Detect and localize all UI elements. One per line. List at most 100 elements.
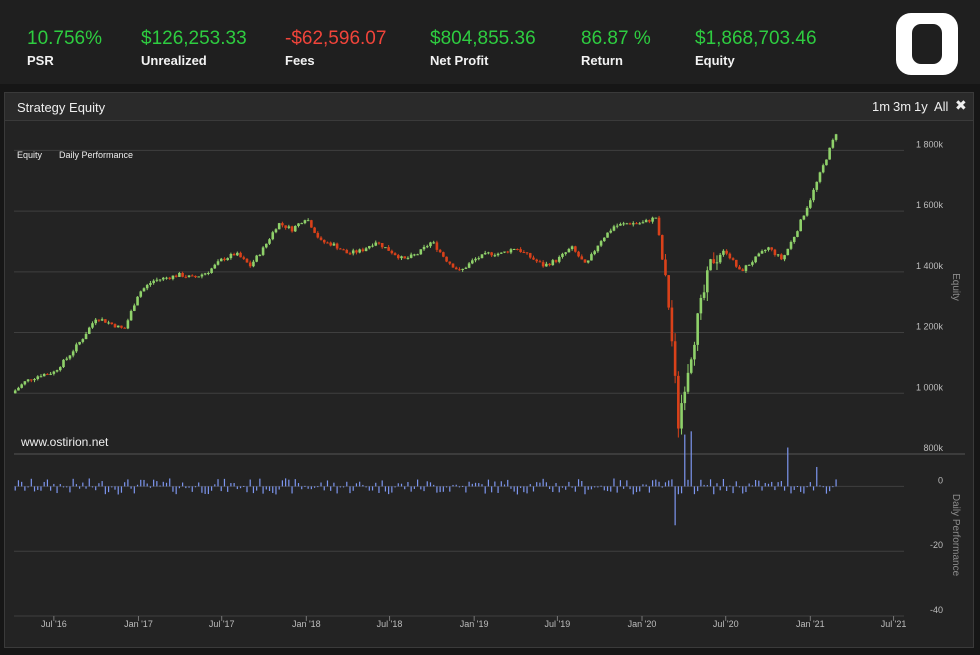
performance-bar (777, 482, 779, 487)
equity-candle (509, 249, 513, 253)
x-tick-label: Jan '20 (628, 619, 657, 629)
equity-candle (390, 250, 394, 254)
performance-bar (478, 483, 480, 487)
performance-bar (610, 486, 612, 492)
equity-candle (139, 291, 143, 297)
performance-bar (629, 486, 631, 490)
equity-candle (747, 264, 751, 266)
x-tick-label: Jul '19 (545, 619, 571, 629)
legend-equity[interactable]: Equity (17, 150, 42, 160)
equity-candle (635, 223, 638, 225)
equity-candle (152, 280, 155, 284)
equity-candle (219, 258, 223, 262)
performance-bar (503, 484, 506, 487)
equity-candle (776, 254, 780, 256)
equity-candle (770, 247, 773, 250)
equity-candle (557, 256, 561, 262)
equity-candle (55, 370, 59, 372)
performance-bar (191, 486, 193, 492)
equity-candle (194, 275, 197, 278)
equity-candle (799, 219, 802, 232)
equity-candle (429, 242, 432, 247)
performance-bar (194, 486, 197, 488)
performance-bar (285, 478, 287, 487)
performance-bar (317, 486, 319, 488)
equity-candle (648, 220, 651, 222)
performance-bar (539, 482, 541, 487)
performance-bar (423, 486, 425, 492)
performance-bar (774, 486, 776, 491)
equity-candle (574, 246, 577, 252)
equity-candle (438, 249, 442, 253)
performance-bar (413, 486, 415, 489)
performance-bar (623, 486, 625, 489)
equity-candle (554, 260, 558, 262)
equity-candle (702, 292, 706, 298)
equity-candle (406, 257, 410, 259)
equity-candle (142, 288, 146, 292)
performance-bar (507, 479, 509, 487)
performance-bar (500, 481, 502, 487)
performance-bar (452, 484, 454, 487)
performance-bar (532, 486, 535, 492)
equity-candle (261, 247, 265, 255)
performance-bar (310, 486, 312, 490)
performance-bar (555, 483, 557, 487)
performance-bar (95, 486, 97, 491)
performance-bar (304, 485, 306, 487)
equity-candle (104, 319, 107, 323)
equity-candle (213, 264, 217, 269)
performance-bar (85, 486, 87, 489)
equity-candle (384, 247, 387, 249)
performance-bar (474, 482, 477, 487)
performance-bar (30, 478, 32, 487)
performance-bar (684, 434, 686, 487)
equity-candle (226, 258, 229, 261)
equity-candle (133, 305, 136, 311)
equity-candle (503, 251, 506, 253)
performance-bar (101, 481, 103, 487)
performance-bar (594, 486, 596, 488)
equity-candle (734, 259, 738, 267)
equity-candle (567, 249, 571, 253)
equity-candle (145, 284, 149, 289)
performance-bar (764, 482, 766, 487)
performance-bar (703, 484, 705, 487)
performance-tick-label: 0 (938, 475, 943, 485)
equity-candle (242, 257, 246, 259)
equity-candle (706, 270, 709, 293)
equity-candle (400, 256, 403, 259)
performance-bar (301, 486, 303, 490)
equity-candle (528, 253, 532, 258)
performance-bar (355, 483, 358, 487)
equity-candle (483, 252, 487, 255)
equity-candle (767, 247, 770, 250)
performance-bar (323, 486, 325, 491)
performance-bar (43, 481, 45, 487)
performance-bar (655, 479, 657, 487)
equity-candle (239, 252, 242, 258)
performance-bar (262, 486, 264, 494)
equity-candle (625, 223, 629, 225)
performance-bar (182, 482, 184, 487)
x-tick-label: Jul '16 (41, 619, 67, 629)
equity-candle (709, 259, 712, 271)
performance-bar (449, 486, 451, 492)
performance-bar (735, 481, 737, 487)
equity-candle (110, 322, 114, 325)
equity-candle (248, 262, 252, 267)
performance-axis-title: Daily Performance (950, 494, 961, 577)
performance-bar (613, 478, 615, 487)
performance-bar (21, 481, 23, 487)
equity-candle (712, 259, 716, 264)
performance-bar (832, 486, 834, 488)
equity-candle (667, 275, 670, 308)
performance-bar (558, 486, 560, 493)
equity-tick-label: 1 400k (916, 261, 944, 271)
equity-candle (181, 272, 184, 277)
performance-bar (14, 486, 16, 491)
equity-candle (190, 275, 194, 277)
performance-bar (693, 486, 696, 495)
legend-daily-performance[interactable]: Daily Performance (59, 150, 133, 160)
performance-bar (738, 486, 741, 488)
